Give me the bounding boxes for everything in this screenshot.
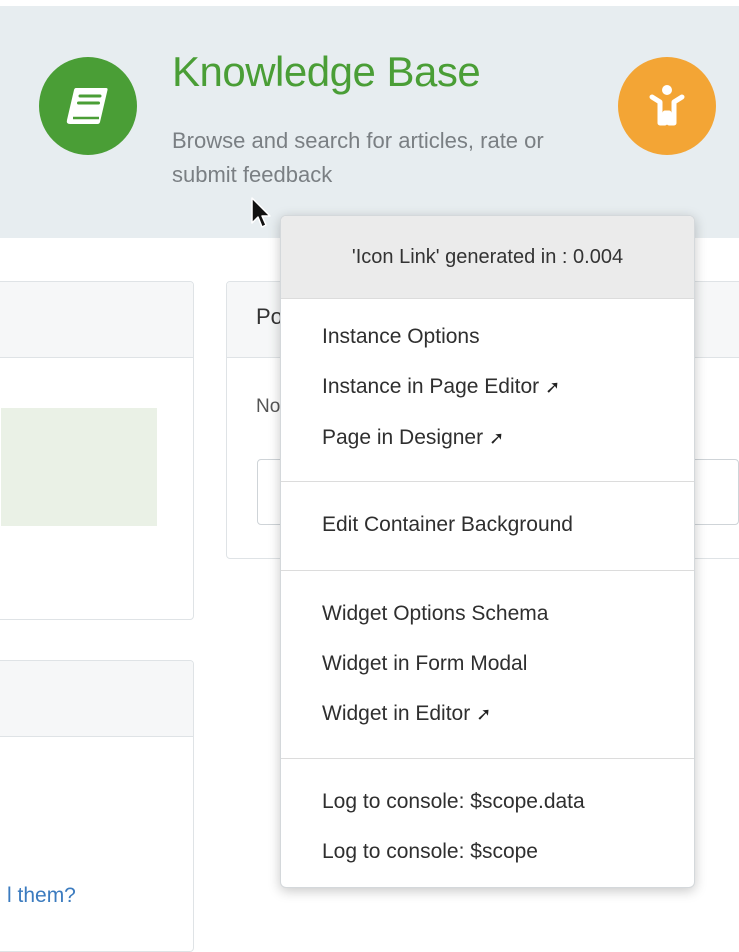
- menu-item-page-in-designer[interactable]: Page in Designer ➚: [322, 426, 504, 450]
- panel-title: Po: [256, 304, 283, 329]
- left-panel-bottom: [0, 660, 194, 952]
- panel-text: No: [256, 396, 281, 417]
- book-icon[interactable]: [39, 57, 137, 155]
- debug-context-menu: 'Icon Link' generated in : 0.004 Instanc…: [280, 215, 695, 888]
- menu-item-label: Instance Options: [322, 325, 480, 348]
- menu-item-label: Edit Container Background: [322, 513, 573, 536]
- menu-item-label: Log to console: $scope.data: [322, 790, 585, 813]
- menu-divider: [281, 570, 694, 571]
- external-link-icon: ➚: [545, 376, 561, 397]
- page-title: Knowledge Base: [172, 48, 481, 95]
- menu-header: 'Icon Link' generated in : 0.004: [281, 216, 694, 299]
- bottom-link[interactable]: l them?: [7, 884, 76, 908]
- hero-header: Knowledge Base Browse and search for art…: [0, 0, 739, 238]
- menu-item-edit-container-background[interactable]: Edit Container Background: [322, 513, 573, 537]
- accessibility-person-icon[interactable]: [618, 57, 716, 155]
- top-strip: [0, 0, 739, 6]
- menu-item-instance-in-page-editor[interactable]: Instance in Page Editor ➚: [322, 375, 560, 399]
- external-link-icon: ➚: [489, 427, 505, 448]
- menu-item-label: Log to console: $scope: [322, 840, 538, 863]
- menu-item-log-scope-data[interactable]: Log to console: $scope.data: [322, 790, 585, 814]
- menu-item-widget-options-schema[interactable]: Widget Options Schema: [322, 602, 548, 626]
- menu-item-label: Widget Options Schema: [322, 602, 549, 625]
- menu-item-widget-in-form-modal[interactable]: Widget in Form Modal: [322, 652, 527, 676]
- menu-item-label: Instance in Page Editor: [322, 375, 540, 398]
- menu-item-log-scope[interactable]: Log to console: $scope: [322, 840, 538, 864]
- mouse-cursor-icon: [250, 196, 272, 235]
- menu-item-label: Widget in Editor: [322, 702, 471, 725]
- menu-divider: [281, 481, 694, 482]
- menu-divider: [281, 758, 694, 759]
- panel-header: [0, 661, 193, 737]
- menu-item-label: Widget in Form Modal: [322, 652, 528, 675]
- content-block: [1, 408, 157, 526]
- menu-item-instance-options[interactable]: Instance Options: [322, 325, 480, 349]
- panel-header: [0, 282, 193, 358]
- page-subtitle: Browse and search for articles, rate or …: [172, 128, 544, 187]
- menu-item-label: Page in Designer: [322, 426, 484, 449]
- left-panel-top: [0, 281, 194, 620]
- menu-item-widget-in-editor[interactable]: Widget in Editor ➚: [322, 702, 491, 726]
- external-link-icon: ➚: [476, 703, 492, 724]
